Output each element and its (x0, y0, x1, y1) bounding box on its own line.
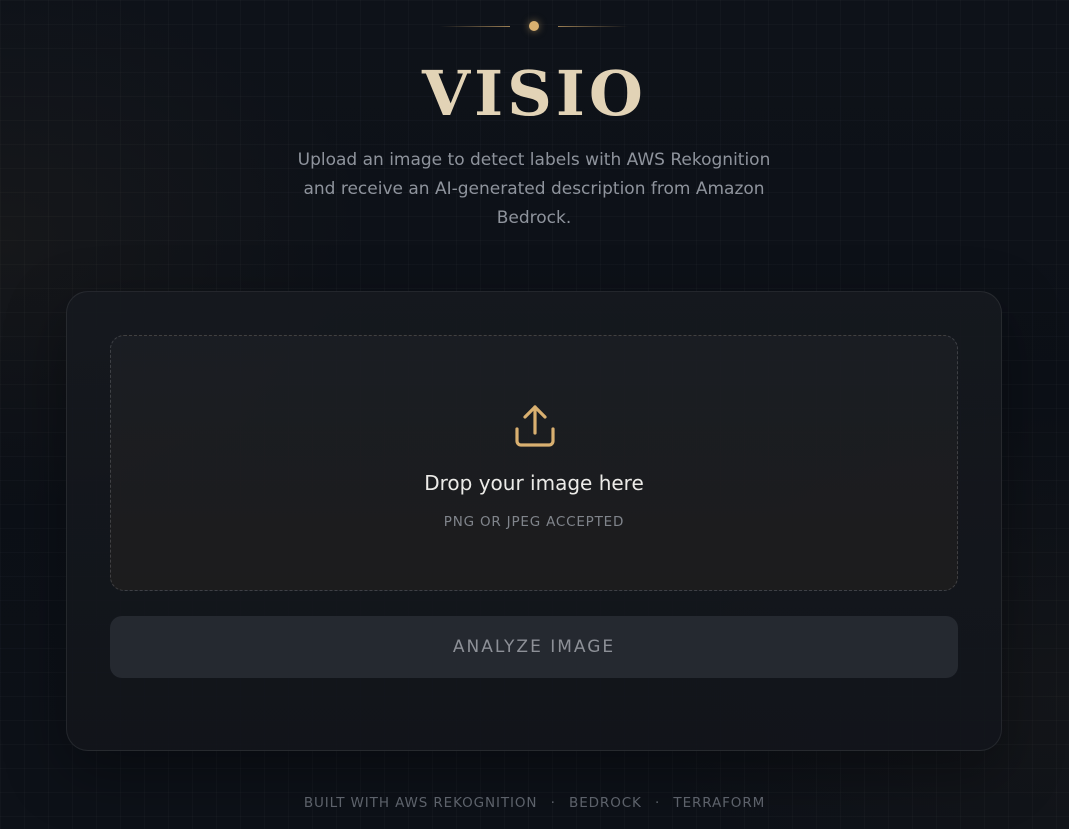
footer-item-terraform: TERRAFORM (673, 795, 766, 811)
upload-icon (507, 398, 563, 454)
ornament-line-right (558, 26, 628, 27)
footer-separator: · (655, 795, 661, 811)
dropzone-hint: PNG OR JPEG ACCEPTED (443, 514, 625, 530)
footer-separator: · (550, 795, 556, 811)
app-subtitle: Upload an image to detect labels with AW… (297, 150, 771, 228)
ornament-dot (529, 21, 539, 31)
dropzone-title: Drop your image here (424, 471, 644, 495)
analyze-image-button[interactable]: ANALYZE IMAGE (110, 616, 958, 678)
upload-card: Drop your image here PNG OR JPEG ACCEPTE… (66, 291, 1002, 751)
footer-item-bedrock: BEDROCK (569, 795, 642, 811)
footer-item-built-with: BUILT WITH AWS REKOGNITION (303, 795, 538, 811)
footer: BUILT WITH AWS REKOGNITION · BEDROCK · T… (0, 795, 1069, 811)
header-ornament (0, 19, 1069, 35)
page: VISIO Upload an image to detect labels w… (0, 0, 1069, 829)
image-dropzone[interactable]: Drop your image here PNG OR JPEG ACCEPTE… (110, 335, 958, 591)
app-title: VISIO (422, 57, 647, 130)
ornament-line-left (440, 26, 510, 27)
